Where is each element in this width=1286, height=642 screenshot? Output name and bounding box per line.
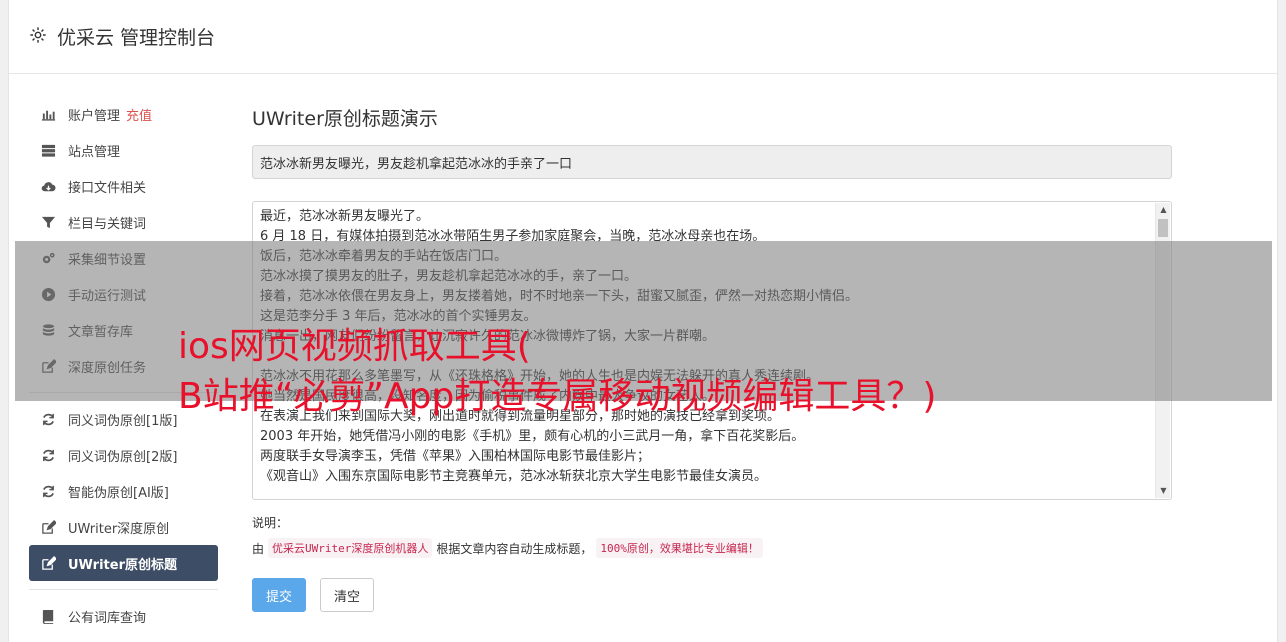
sidebar-item-label: 账户管理 (68, 108, 121, 124)
article-line: 两度联手女导演李玉，凭借《苹果》入围柏林国际电影节最佳影片； (260, 449, 651, 464)
page-title: UWriter原创标题演示 (252, 108, 438, 130)
scroll-up-arrow-icon[interactable]: ▲ (1156, 203, 1171, 217)
note-description: 由 优采云UWriter深度原创机器人 根据文章内容自动生成标题， 100%原创… (252, 538, 1172, 558)
sidebar-item-label: 接口文件相关 (68, 180, 147, 196)
app-title: 优采云 管理控制台 (57, 27, 216, 49)
sidebar-divider (29, 589, 218, 590)
sidebar-item[interactable]: UWriter原创标题 (29, 545, 218, 581)
sidebar-item[interactable]: 站点管理 (29, 132, 218, 168)
app-header: 优采云 管理控制台 (9, 0, 1277, 74)
note-prefix: 由 (252, 541, 265, 556)
overlay-line-1: ios网页视频抓取工具( (178, 326, 531, 367)
article-line: 《观音山》入围东京国际电影节主竞赛单元，范冰冰斩获北京大学生电影节最佳女演员。 (260, 469, 768, 484)
clear-button[interactable]: 清空 (320, 578, 374, 612)
sidebar-item-label: UWriter原创标题 (68, 557, 177, 573)
filter-icon (39, 214, 57, 230)
sidebar-item-label: 栏目与关键词 (68, 216, 147, 232)
refresh-icon (39, 411, 57, 427)
sidebar-item[interactable]: 同义词伪原创[2版] (29, 437, 218, 473)
sidebar-item-label: 公有词库查询 (68, 610, 147, 626)
cloud-download-icon (39, 178, 57, 194)
recharge-badge[interactable]: 充值 (126, 105, 152, 124)
overlay-line-2: B站推“必剪”App打造专属移动视频编辑工具？) (178, 376, 937, 417)
bar-chart-icon (39, 106, 57, 122)
sidebar-item-label: 站点管理 (68, 144, 121, 160)
sidebar-item[interactable]: 智能伪原创[AI版] (29, 473, 218, 509)
sidebar-item-label: 同义词伪原创[2版] (68, 449, 178, 465)
note-label: 说明： (252, 516, 289, 530)
sidebar-item-label: 同义词伪原创[1版] (68, 413, 178, 429)
generated-title-field[interactable]: 范冰冰新男友曝光，男友趁机拿起范冰冰的手亲了一口 (252, 145, 1172, 179)
article-line: 最近，范冰冰新男友曝光了。 (260, 209, 430, 224)
sidebar-item[interactable]: 接口文件相关 (29, 168, 218, 204)
sidebar-item[interactable]: 公有词库查询 (29, 598, 218, 634)
refresh-icon (39, 447, 57, 463)
book-icon (39, 608, 57, 624)
sidebar-item[interactable]: UWriter深度原创 (29, 509, 218, 545)
originality-code: 100%原创，效果堪比专业编辑！ (596, 538, 763, 558)
sidebar-item[interactable]: 账户管理 充值 (29, 96, 218, 132)
server-icon (39, 142, 57, 158)
refresh-icon (39, 483, 57, 499)
note-middle: 根据文章内容自动生成标题， (436, 541, 593, 556)
robot-name-code: 优采云UWriter深度原创机器人 (268, 538, 433, 558)
sidebar-item-label: UWriter深度原创 (68, 521, 170, 537)
submit-button[interactable]: 提交 (252, 578, 306, 612)
edit-icon (39, 555, 57, 571)
overlay-headline: ios网页视频抓取工具( B站推“必剪”App打造专属移动视频编辑工具？) (178, 322, 1268, 422)
action-buttons: 提交 清空 (252, 578, 1172, 612)
gear-icon (29, 26, 57, 48)
edit-icon (39, 519, 57, 535)
sidebar-item[interactable]: 栏目与关键词 (29, 204, 218, 240)
sidebar-item-label: 智能伪原创[AI版] (68, 485, 169, 501)
scrollbar-thumb[interactable] (1158, 219, 1168, 237)
article-line: 2003 年开始，她凭借冯小刚的电影《手机》里，颇有心机的小三武月一角，拿下百花… (260, 429, 805, 444)
scroll-down-arrow-icon[interactable]: ▼ (1156, 484, 1171, 498)
